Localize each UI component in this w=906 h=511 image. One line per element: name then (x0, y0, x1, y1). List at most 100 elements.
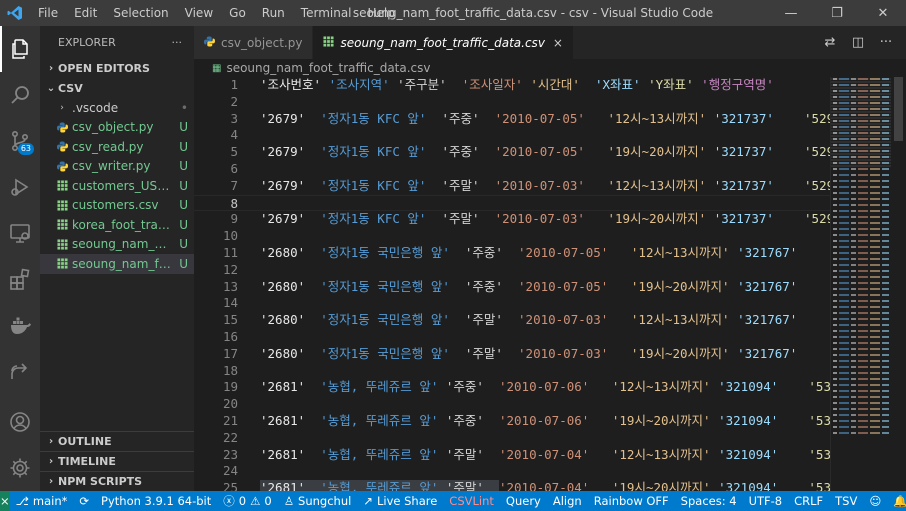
compare-changes-icon[interactable]: ⇄ (816, 35, 844, 50)
tree-item-vscode[interactable]: › .vscode • (40, 98, 194, 118)
code-line[interactable]: 10 (194, 228, 830, 245)
settings-gear-icon[interactable] (0, 445, 40, 491)
csv-cell: '정자1동 국민은행 앞' (320, 278, 465, 294)
code-line[interactable]: 5 '2679' '정자1동 KFC 앞' '주중' '2010-07-05' '… (194, 144, 830, 161)
menu-edit[interactable]: Edit (66, 0, 105, 26)
menu-terminal[interactable]: Terminal (293, 0, 360, 26)
more-actions-icon[interactable]: ··· (872, 35, 900, 50)
code-line[interactable]: 19 '2681' '농협, 뚜레쥬르 앞' '주중' '2010-07-06' … (194, 379, 830, 396)
explorer-more-button[interactable]: ··· (172, 36, 183, 49)
split-editor-icon[interactable]: ◫ (844, 35, 872, 50)
csv-cell: '시간대' (530, 77, 595, 92)
tree-item-csv-writer-py[interactable]: csv_writer.py U (40, 157, 194, 177)
code-line[interactable]: 12 (194, 262, 830, 279)
code-line[interactable]: 23 '2681' '농협, 뚜레쥬르 앞' '주말' '2010-07-04' … (194, 447, 830, 464)
minimap-line (831, 276, 891, 278)
line-number: 11 (222, 244, 238, 260)
tab-close-icon[interactable]: × (553, 36, 563, 50)
docker-icon[interactable] (0, 302, 40, 348)
sync-icon[interactable]: ⟳ (73, 494, 95, 508)
rainbow-status[interactable]: Rainbow OFF (588, 494, 675, 508)
code-line[interactable]: 4 (194, 127, 830, 144)
menu-go[interactable]: Go (221, 0, 254, 26)
tab-seoung-nam-foot-traffic[interactable]: seoung_nam_foot_traffic_data.csv × (313, 26, 574, 59)
csvlint-status[interactable]: CSVLint (443, 494, 500, 508)
live-share-icon[interactable] (0, 348, 40, 394)
code-line[interactable]: 20 (194, 396, 830, 413)
live-share-status[interactable]: ↗ Live Share (357, 494, 443, 508)
code-line[interactable]: 25 '2681' '농협, 뚜레쥬르 앞' '주말' '2010-07-04' … (194, 480, 830, 491)
language-mode[interactable]: TSV (829, 494, 863, 508)
timeline-section[interactable]: › TIMELINE (40, 451, 194, 471)
csv-cell: '2680' (260, 312, 321, 328)
notifications-icon[interactable]: 🔔 (887, 494, 906, 508)
feedback-icon[interactable]: ☺ (863, 494, 887, 508)
code-editor[interactable]: 1 '조사번호' '조사지역' '주구분' '조사일자' '시간대' 'X좌표' … (194, 77, 830, 491)
code-line[interactable]: 2 (194, 94, 830, 111)
minimize-button[interactable]: — (768, 0, 814, 26)
user-status[interactable]: ♙ Sungchul (278, 494, 358, 508)
menu-help[interactable]: Help (360, 0, 403, 26)
account-icon[interactable] (0, 399, 40, 445)
code-line[interactable]: 22 (194, 430, 830, 447)
csv-cell: '321737' (713, 177, 805, 193)
code-line[interactable]: 13 '2680' '정자1동 국민은행 앞' '주중' '2010-07-05'… (194, 279, 830, 296)
code-line[interactable]: 11 '2680' '정자1동 국민은행 앞' '주중' '2010-07-05'… (194, 245, 830, 262)
code-line[interactable]: 21 '2681' '농협, 뚜레쥬르 앞' '주중' '2010-07-06' … (194, 413, 830, 430)
indentation-status[interactable]: Spaces: 4 (675, 494, 743, 508)
menu-file[interactable]: File (30, 0, 66, 26)
minimap[interactable] (831, 77, 891, 491)
tree-item-seoung-nam-floating[interactable]: seoung_nam_floa... U (40, 235, 194, 255)
search-icon[interactable] (0, 72, 40, 118)
code-line[interactable]: 8 (194, 194, 830, 212)
menu-run[interactable]: Run (254, 0, 293, 26)
breadcrumb-file[interactable]: seoung_nam_foot_traffic_data.csv (226, 61, 430, 75)
code-line[interactable]: 16 (194, 329, 830, 346)
code-line[interactable]: 17 '2680' '정자1동 국민은행 앞' '주말' '2010-07-03'… (194, 346, 830, 363)
eol-status[interactable]: CRLF (788, 494, 829, 508)
problems-status[interactable]: ⓧ 0 ⚠ 0 (217, 493, 277, 509)
query-status[interactable]: Query (500, 494, 547, 508)
explorer-icon[interactable] (0, 26, 40, 72)
minimap-line (831, 228, 891, 230)
code-line[interactable]: 1 '조사번호' '조사지역' '주구분' '조사일자' '시간대' 'X좌표' … (194, 77, 830, 94)
tree-item-customers-usa[interactable]: customers_USA_... U (40, 176, 194, 196)
remote-explorer-icon[interactable] (0, 210, 40, 256)
remote-indicator-icon[interactable]: ⨯ (0, 491, 10, 511)
extensions-icon[interactable] (0, 256, 40, 302)
encoding-status[interactable]: UTF-8 (743, 494, 789, 508)
tree-item-csv-object-py[interactable]: csv_object.py U (40, 118, 194, 138)
python-interpreter[interactable]: Python 3.9.1 64-bit (95, 494, 217, 508)
branch-status[interactable]: ⎇ main* (10, 494, 74, 508)
tree-item-korea-foot-traffic[interactable]: korea_foot_traffic... U (40, 215, 194, 235)
code-line[interactable]: 3 '2679' '정자1동 KFC 앞' '주중' '2010-07-05' '… (194, 111, 830, 128)
outline-section[interactable]: › OUTLINE (40, 431, 194, 451)
tree-item-status: U (179, 217, 188, 232)
open-editors-section[interactable]: › OPEN EDITORS (40, 58, 194, 78)
code-line[interactable]: 7 '2679' '정자1동 KFC 앞' '주말' '2010-07-03' '… (194, 178, 830, 195)
align-status[interactable]: Align (547, 494, 588, 508)
source-control-icon[interactable]: 63 (0, 118, 40, 164)
minimap-line (831, 168, 891, 170)
tab-csv-object-py[interactable]: csv_object.py (194, 26, 314, 59)
minimap-line (831, 420, 891, 422)
code-line[interactable]: 9 '2679' '정자1동 KFC 앞' '주말' '2010-07-03' '… (194, 211, 830, 228)
code-line[interactable]: 15 '2680' '정자1동 국민은행 앞' '주말' '2010-07-03'… (194, 312, 830, 329)
tree-item-seoung-nam-foot[interactable]: seoung_nam_foo... U (40, 254, 194, 274)
code-line[interactable]: 14 (194, 295, 830, 312)
close-button[interactable]: ✕ (860, 0, 906, 26)
menu-selection[interactable]: Selection (105, 0, 176, 26)
code-line[interactable]: 6 (194, 161, 830, 178)
tree-item-customers-csv[interactable]: customers.csv U (40, 196, 194, 216)
run-debug-icon[interactable] (0, 164, 40, 210)
tree-item-csv-read-py[interactable]: csv_read.py U (40, 137, 194, 157)
scrollbar-thumb[interactable] (894, 77, 903, 141)
code-line[interactable]: 18 (194, 363, 830, 380)
npm-scripts-section[interactable]: › NPM SCRIPTS (40, 471, 194, 491)
folder-csv-section[interactable]: ⌄ CSV (40, 78, 194, 98)
code-line[interactable]: 24 (194, 463, 830, 480)
vertical-scrollbar[interactable] (891, 77, 906, 491)
menu-view[interactable]: View (177, 0, 221, 26)
warning-count: 0 (264, 494, 272, 508)
maximize-button[interactable]: ❐ (814, 0, 860, 26)
